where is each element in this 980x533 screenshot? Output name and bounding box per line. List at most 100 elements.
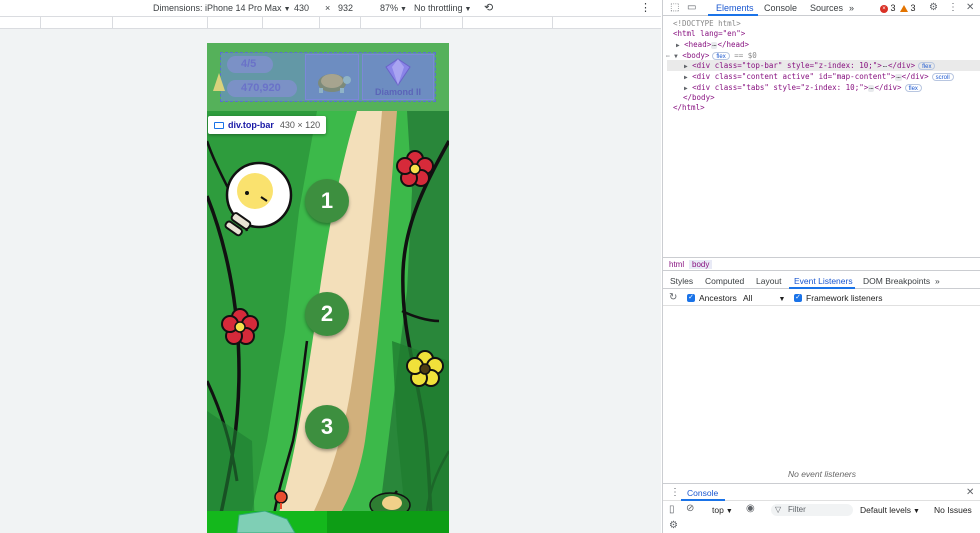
tab-console[interactable]: Console: [764, 3, 797, 13]
zoom-value: 87%: [380, 3, 399, 13]
dom-div-tabs[interactable]: ▶ <div class="tabs" style="z-index: 10;"…: [684, 82, 922, 93]
expand-arrow-icon[interactable]: ▶: [684, 63, 688, 70]
game-top-bar: 4/5 470,920 Diamond II: [207, 43, 449, 111]
browser-window: Dimensions: iPhone 14 Pro Max ▼ 430 × 932…: [0, 0, 980, 533]
expand-arrow-icon[interactable]: ▶: [684, 74, 688, 81]
more-tabs-icon[interactable]: »: [849, 3, 854, 13]
more-options-icon[interactable]: ⋮: [640, 1, 651, 14]
console-toolbar: ▯ ⊘ top ▼ ◉ Filter ▽ Default levels ▼ No I…: [663, 502, 980, 518]
tooltip-size: 430 × 120: [279, 120, 321, 130]
drawer-menu-icon[interactable]: ⋮: [670, 487, 680, 498]
log-levels-value: Default levels: [860, 505, 912, 515]
grid-icon: [214, 121, 224, 129]
tab-layout[interactable]: Layout: [756, 276, 782, 286]
close-icon[interactable]: ✕: [966, 2, 974, 13]
warning-badge[interactable]: 3: [900, 3, 916, 13]
ruler-segment[interactable]: [262, 17, 319, 29]
error-icon: ×: [880, 4, 888, 13]
score-counter: 470,920: [227, 80, 297, 97]
flex-badge[interactable]: flex: [904, 84, 922, 92]
width-input[interactable]: 430: [294, 3, 309, 13]
console-drawer: ⋮ Console ✕ ▯ ⊘ top ▼ ◉ Filter ▽ Default …: [663, 483, 980, 533]
rotate-icon[interactable]: ⟲: [484, 1, 493, 14]
ruler-segment[interactable]: [360, 17, 420, 29]
devtools-tab-bar: ⬚ ▭ Elements Console Sources » × 3 3 ⚙ ⋮…: [663, 0, 980, 16]
ancestors-select[interactable]: All ▼: [743, 293, 785, 303]
tab-computed[interactable]: Computed: [705, 276, 744, 286]
turtle-card[interactable]: [305, 54, 359, 100]
dom-div-top-bar[interactable]: ▶ <div class="top-bar" style="z-index: 1…: [667, 60, 980, 71]
expand-arrow-icon[interactable]: ▶: [684, 85, 688, 92]
breadcrumb: html body: [663, 257, 980, 271]
tab-sources[interactable]: Sources: [810, 3, 843, 13]
breadcrumb-body[interactable]: body: [689, 260, 713, 269]
dom-head[interactable]: ▶ <head>…</head>: [676, 39, 749, 50]
chevron-down-icon: ▼: [778, 296, 786, 303]
ruler-segment[interactable]: [552, 17, 622, 29]
flex-badge[interactable]: flex: [918, 62, 936, 70]
ruler-segment[interactable]: [40, 17, 112, 29]
error-badge[interactable]: × 3: [880, 3, 896, 13]
flower-icon: [221, 308, 259, 345]
settings-gear-icon[interactable]: ⚙: [669, 520, 678, 531]
game-tab-bar: [207, 510, 449, 533]
issues-count[interactable]: No Issues: [934, 505, 972, 515]
framework-listeners-checkbox[interactable]: ✓: [794, 294, 802, 302]
warning-icon: [900, 5, 908, 13]
device-toggle-icon[interactable]: ▭: [687, 2, 696, 13]
inspect-element-icon[interactable]: ⬚: [670, 2, 679, 13]
expand-arrow-icon[interactable]: ▶: [676, 42, 680, 49]
height-input[interactable]: 932: [338, 3, 353, 13]
more-options-icon[interactable]: ⋮: [948, 2, 958, 13]
ruler-segment[interactable]: [462, 17, 552, 29]
ruler-segment[interactable]: [112, 17, 207, 29]
tab-dom-breakpoints[interactable]: DOM Breakpoints: [863, 276, 930, 286]
dom-html-open[interactable]: <html lang="en">: [673, 28, 745, 39]
log-levels-select[interactable]: Default levels ▼: [860, 505, 920, 515]
context-select[interactable]: top ▼: [712, 505, 733, 515]
more-icon: ⋯: [666, 53, 670, 60]
inspect-tooltip: div.top-bar 430 × 120: [208, 116, 327, 134]
level-node-1[interactable]: 1: [305, 179, 349, 223]
eye-icon[interactable]: ◉: [746, 503, 755, 514]
tab-bar-art: [207, 510, 449, 533]
tab-elements[interactable]: Elements: [716, 3, 754, 13]
ancestors-checkbox[interactable]: ✓: [687, 294, 695, 302]
zoom-select[interactable]: 87% ▼: [380, 3, 407, 13]
breadcrumb-html[interactable]: html: [666, 260, 687, 269]
console-filter-input[interactable]: Filter: [771, 504, 853, 516]
device-select[interactable]: Dimensions: iPhone 14 Pro Max ▼: [153, 3, 291, 13]
diamond-icon: [385, 58, 411, 86]
ruler-segment[interactable]: [319, 17, 360, 29]
rank-card[interactable]: Diamond II: [362, 54, 434, 100]
throttling-value: No throttling: [414, 3, 463, 13]
chevron-down-icon: ▼: [464, 6, 472, 13]
device-label: Dimensions: iPhone 14 Pro Max: [153, 3, 282, 13]
dom-div-map-content[interactable]: ▶ <div class="content active" id="map-co…: [684, 71, 954, 82]
ruler-segment[interactable]: [420, 17, 462, 29]
scroll-badge[interactable]: scroll: [931, 73, 954, 81]
flex-badge[interactable]: flex: [712, 52, 730, 60]
dom-html-close[interactable]: </html>: [673, 102, 705, 113]
level-node-2[interactable]: 2: [305, 292, 349, 336]
lamp-icon: [213, 73, 225, 91]
active-tab-indicator: [789, 287, 855, 289]
sidebar-toggle-icon[interactable]: ▯: [669, 504, 675, 515]
settings-gear-icon[interactable]: ⚙: [929, 2, 938, 13]
level-node-3[interactable]: 3: [305, 405, 349, 449]
tab-styles[interactable]: Styles: [670, 276, 693, 286]
tab-console-drawer[interactable]: Console: [687, 488, 718, 498]
ruler-segment[interactable]: [207, 17, 262, 29]
close-icon[interactable]: ✕: [966, 487, 974, 498]
throttling-select[interactable]: No throttling ▼: [414, 3, 471, 13]
clear-console-icon[interactable]: ⊘: [686, 503, 694, 514]
refresh-icon[interactable]: ↻: [669, 292, 677, 303]
more-tabs-icon[interactable]: »: [935, 276, 940, 286]
event-listener-filters: ↻ ✓ Ancestors All ▼ ✓ Framework listeners: [663, 290, 980, 306]
device-emulation-pane: Dimensions: iPhone 14 Pro Max ▼ 430 × 932…: [0, 0, 661, 533]
tab-event-listeners[interactable]: Event Listeners: [794, 276, 853, 286]
collapse-arrow-icon[interactable]: ▼: [674, 53, 678, 60]
flower-icon: [406, 350, 444, 387]
rank-label: Diamond II: [374, 87, 421, 97]
chevron-down-icon: ▼: [725, 508, 733, 515]
